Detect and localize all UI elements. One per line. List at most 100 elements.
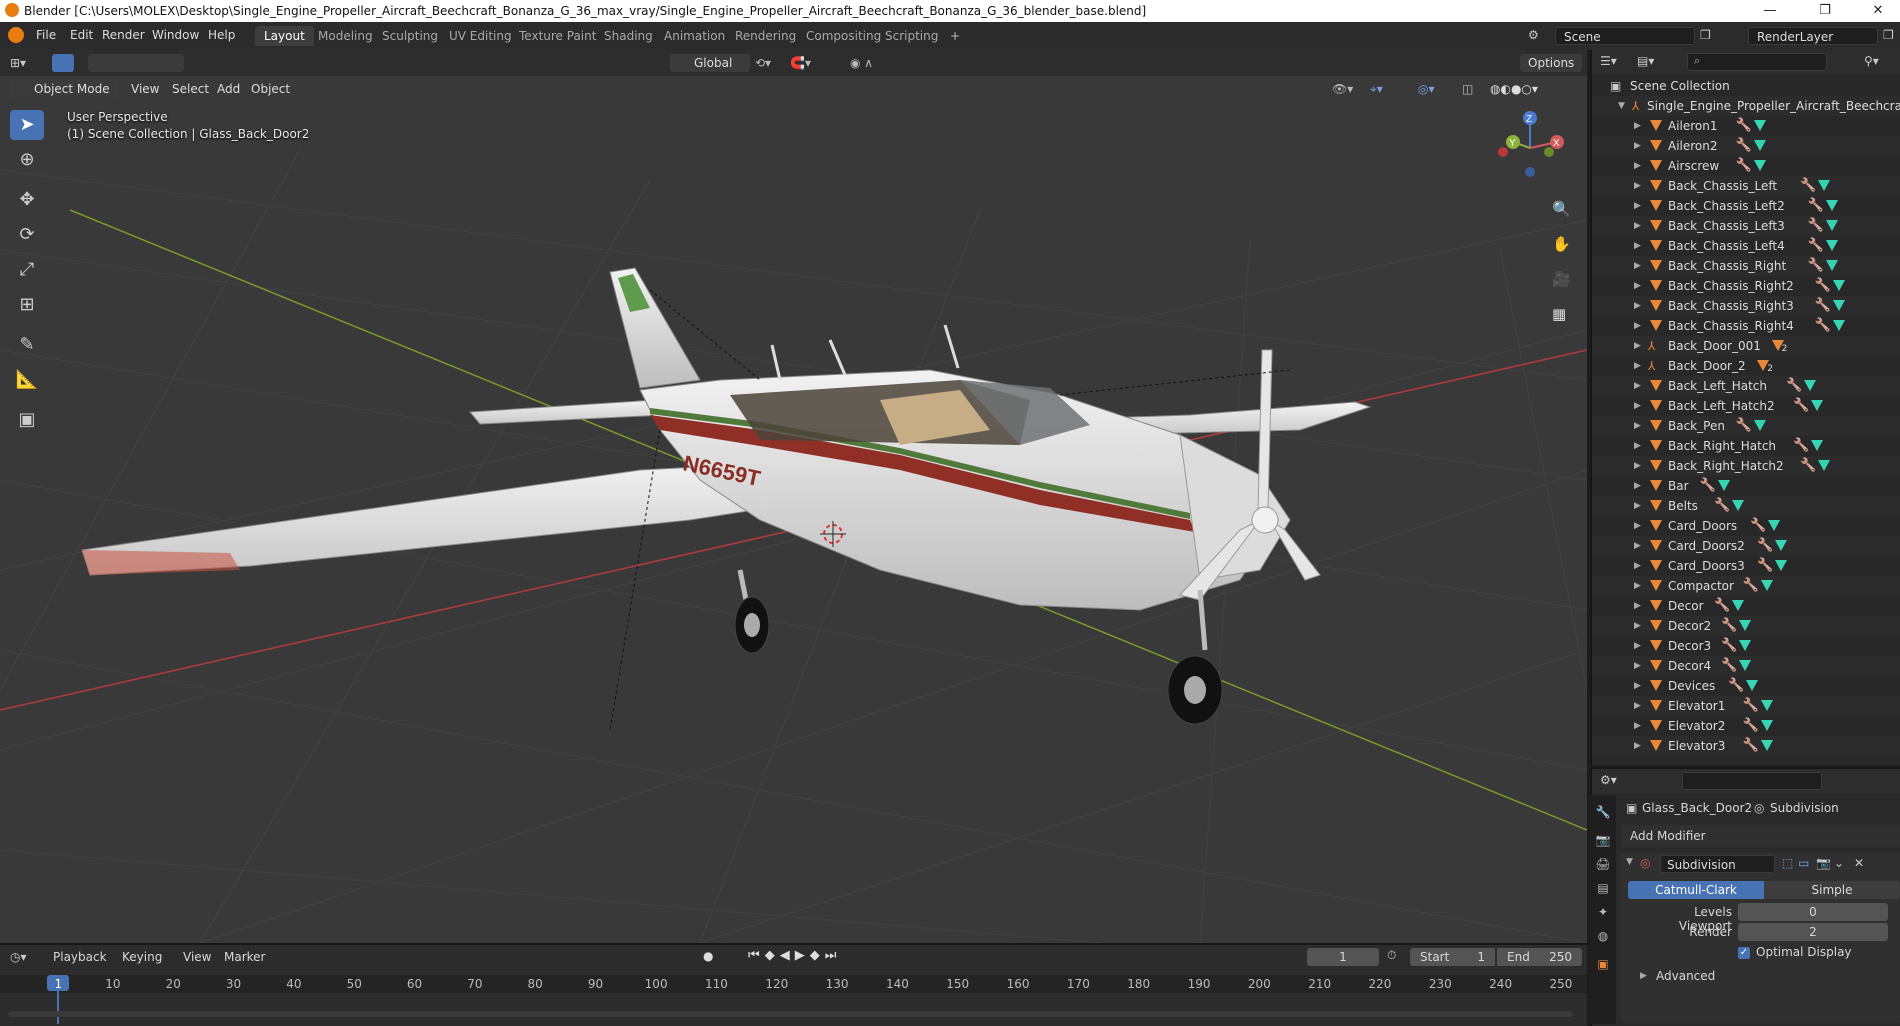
expand-triangle-icon[interactable]: ▶ xyxy=(1634,276,1641,296)
menu-object[interactable]: Object xyxy=(251,80,290,98)
modifier-wrench-icon[interactable]: 🔧 xyxy=(1815,316,1831,336)
scale-tool[interactable]: ⤢ xyxy=(10,255,44,285)
modifier-wrench-icon[interactable]: 🔧 xyxy=(1736,156,1752,176)
expand-triangle-icon[interactable]: ▶ xyxy=(1634,676,1641,696)
menu-timeline-view[interactable]: View xyxy=(183,950,211,964)
outliner-item[interactable]: ▶ ⅄ Back_Door_001 2 xyxy=(1592,336,1900,356)
modifier-wrench-icon[interactable]: 🔧 xyxy=(1815,276,1831,296)
current-frame-field[interactable]: 1 xyxy=(1307,948,1379,966)
modifier-wrench-icon[interactable]: 🔧 xyxy=(1808,256,1824,276)
modifier-wrench-icon[interactable]: 🔧 xyxy=(1721,616,1737,636)
tab-animation[interactable]: Animation xyxy=(655,26,734,46)
tab-scripting[interactable]: Scripting xyxy=(876,26,947,46)
viewport-toggle-icon[interactable]: ▭ xyxy=(1798,856,1809,870)
menu-keying[interactable]: Keying xyxy=(122,950,162,964)
timeline-editor-icon[interactable]: ◷▾ xyxy=(10,950,27,964)
outliner-item[interactable]: ▶ Elevator1 🔧 xyxy=(1592,696,1900,716)
outliner-item[interactable]: ▶ Aileron1 🔧 xyxy=(1592,116,1900,136)
outliner-item[interactable]: ▶ Aileron2 🔧 xyxy=(1592,136,1900,156)
mesh-data-icon[interactable] xyxy=(1818,180,1831,191)
mesh-data-icon[interactable] xyxy=(1832,320,1845,331)
zoom-icon[interactable]: 🔍 xyxy=(1552,200,1571,218)
expand-triangle-icon[interactable]: ▶ xyxy=(1634,616,1641,636)
mesh-data-icon[interactable] xyxy=(1753,160,1766,171)
record-keyframe-icon[interactable]: ● xyxy=(703,949,713,963)
modifier-wrench-icon[interactable]: 🔧 xyxy=(1800,176,1816,196)
3d-viewport[interactable]: N6659T User Perspective (1) Scene Collec… xyxy=(0,50,1587,943)
outliner-item[interactable]: ▶ Back_Chassis_Left3 🔧 xyxy=(1592,216,1900,236)
outliner-item[interactable]: ▶ Card_Doors2 🔧 xyxy=(1592,536,1900,556)
expand-triangle-icon[interactable]: ▶ xyxy=(1634,236,1641,256)
modifier-wrench-icon[interactable]: 🔧 xyxy=(1808,216,1824,236)
outliner-item[interactable]: ▶ Elevator2 🔧 xyxy=(1592,716,1900,736)
outliner-item[interactable]: ▶ Back_Pen 🔧 xyxy=(1592,416,1900,436)
xray-icon[interactable]: ◫ xyxy=(1462,80,1473,98)
expand-triangle-icon[interactable]: ▶ xyxy=(1634,496,1641,516)
timeline-scrollbar[interactable] xyxy=(8,1011,1573,1017)
tab-layout[interactable]: Layout xyxy=(255,26,314,46)
outliner-search-input[interactable] xyxy=(1687,53,1827,71)
tab-modeling[interactable]: Modeling xyxy=(309,26,382,46)
rotate-tool[interactable]: ⟳ xyxy=(10,220,44,250)
outliner-editor-icon[interactable]: ☰▾ xyxy=(1600,54,1617,68)
catmull-clark-button[interactable]: Catmull-Clark xyxy=(1628,881,1764,899)
mesh-data-icon[interactable] xyxy=(1717,480,1730,491)
outliner-item[interactable]: ▶ Back_Chassis_Left 🔧 xyxy=(1592,176,1900,196)
mesh-data-icon[interactable] xyxy=(1825,200,1838,211)
outliner-item[interactable]: ▶ Bar 🔧 xyxy=(1592,476,1900,496)
menu-render[interactable]: Render xyxy=(102,28,145,42)
filter-icon[interactable]: ⚲▾ xyxy=(1864,54,1879,68)
modifier-wrench-icon[interactable]: 🔧 xyxy=(1743,696,1759,716)
modifier-wrench-icon[interactable]: 🔧 xyxy=(1743,736,1759,756)
menu-view[interactable]: View xyxy=(131,80,159,98)
cursor-tool[interactable]: ⊕ xyxy=(10,145,44,175)
add-modifier-button[interactable]: Add Modifier xyxy=(1622,825,1900,847)
expand-triangle-icon[interactable]: ▶ xyxy=(1634,576,1641,596)
menu-help[interactable]: Help xyxy=(208,28,235,42)
mesh-data-icon[interactable] xyxy=(1775,560,1788,571)
mesh-data-icon[interactable] xyxy=(1825,260,1838,271)
render-tab-icon[interactable]: 📷 xyxy=(1594,831,1612,849)
expand-triangle-icon[interactable]: ▶ xyxy=(1634,516,1641,536)
options-dropdown[interactable]: Options xyxy=(1520,54,1582,72)
world-tab-icon[interactable]: ◍ xyxy=(1594,927,1612,945)
modifier-wrench-icon[interactable]: 🔧 xyxy=(1750,516,1766,536)
mesh-data-icon[interactable] xyxy=(1753,140,1766,151)
expand-triangle-icon[interactable]: ▶ xyxy=(1634,736,1641,756)
outliner-item[interactable]: ▶ Decor4 🔧 xyxy=(1592,656,1900,676)
timeline-panel[interactable]: ◷▾ Playback Keying View Marker ● ⏮◆◀▶◆⏭ … xyxy=(0,943,1587,1026)
gizmo-toggle-icon[interactable]: ⌖▾ xyxy=(1370,80,1383,98)
measure-tool[interactable]: 📐 xyxy=(10,365,44,395)
object-mode-dropdown[interactable]: Object Mode xyxy=(10,80,118,98)
outliner-item[interactable]: ▶ Decor3 🔧 xyxy=(1592,636,1900,656)
modifier-wrench-icon[interactable]: 🔧 xyxy=(1757,536,1773,556)
annotate-tool[interactable]: ✎ xyxy=(10,330,44,360)
menu-window[interactable]: Window xyxy=(152,28,199,42)
expand-triangle-icon[interactable]: ▶ xyxy=(1634,356,1641,376)
add-cube-tool[interactable]: ▣ xyxy=(10,405,44,435)
overlays-icon[interactable]: ◎▾ xyxy=(1418,80,1435,98)
outliner-item[interactable]: ▶ Airscrew 🔧 xyxy=(1592,156,1900,176)
expand-triangle-icon[interactable]: ▶ xyxy=(1634,656,1641,676)
expand-triangle-icon[interactable]: ▶ xyxy=(1634,596,1641,616)
mesh-data-icon[interactable] xyxy=(1811,440,1824,451)
ortho-grid-icon[interactable]: ▦ xyxy=(1552,305,1566,323)
display-mode-icon[interactable]: ▤▾ xyxy=(1637,54,1654,68)
expand-triangle-icon[interactable]: ▼ xyxy=(1618,96,1625,116)
outliner-item[interactable]: ▶ Card_Doors3 🔧 xyxy=(1592,556,1900,576)
mesh-data-icon[interactable] xyxy=(1753,420,1766,431)
expand-triangle-icon[interactable]: ▶ xyxy=(1634,556,1641,576)
properties-panel[interactable]: ⚙▾ ▣ Glass_Back_Door2 ◎ Subdivision Add … xyxy=(1590,767,1900,1026)
outliner-item[interactable]: ▶ Back_Left_Hatch 🔧 xyxy=(1592,376,1900,396)
outliner-item[interactable]: ▶ Devices 🔧 xyxy=(1592,676,1900,696)
modifier-wrench-icon[interactable]: 🔧 xyxy=(1800,456,1816,476)
mesh-data-icon[interactable] xyxy=(1825,220,1838,231)
advanced-expand-icon[interactable]: ▶ xyxy=(1640,971,1647,981)
camera-view-icon[interactable]: 🎥 xyxy=(1552,270,1571,288)
menu-file[interactable]: File xyxy=(36,28,56,42)
modifier-wrench-icon[interactable]: 🔧 xyxy=(1714,496,1730,516)
render-levels-field[interactable]: 2 xyxy=(1738,923,1888,941)
outliner-item[interactable]: ▶ Back_Chassis_Right2 🔧 xyxy=(1592,276,1900,296)
modifier-name-field[interactable]: Subdivision xyxy=(1660,855,1775,873)
outliner-item[interactable]: ▶ Back_Right_Hatch2 🔧 xyxy=(1592,456,1900,476)
